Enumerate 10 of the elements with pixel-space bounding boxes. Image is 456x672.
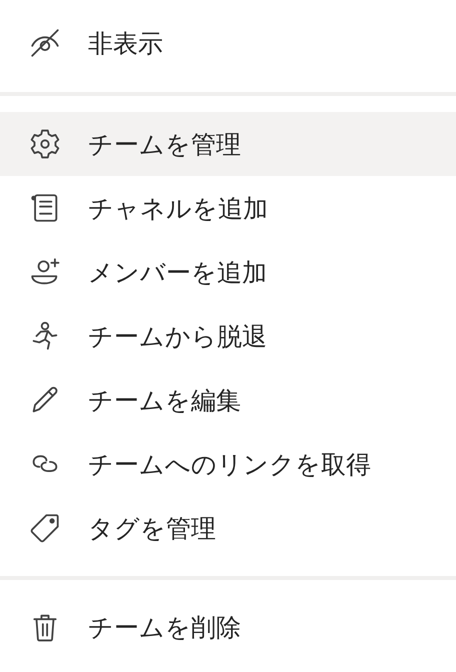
settings-icon [28,127,62,161]
menu-item[interactable]: メンバーを追加 [0,240,456,304]
menu-item[interactable]: チームから脱退 [0,304,456,368]
menu-item[interactable]: チームを削除 [0,595,456,659]
menu-item[interactable]: チャネルを追加 [0,176,456,240]
menu-item[interactable]: 非表示 [0,11,456,75]
menu-item[interactable]: チームへのリンクを取得 [0,432,456,496]
menu-item[interactable]: タグを管理 [0,496,456,560]
menu-item[interactable]: チームを編集 [0,368,456,432]
menu-item[interactable]: チームを管理 [0,112,456,176]
